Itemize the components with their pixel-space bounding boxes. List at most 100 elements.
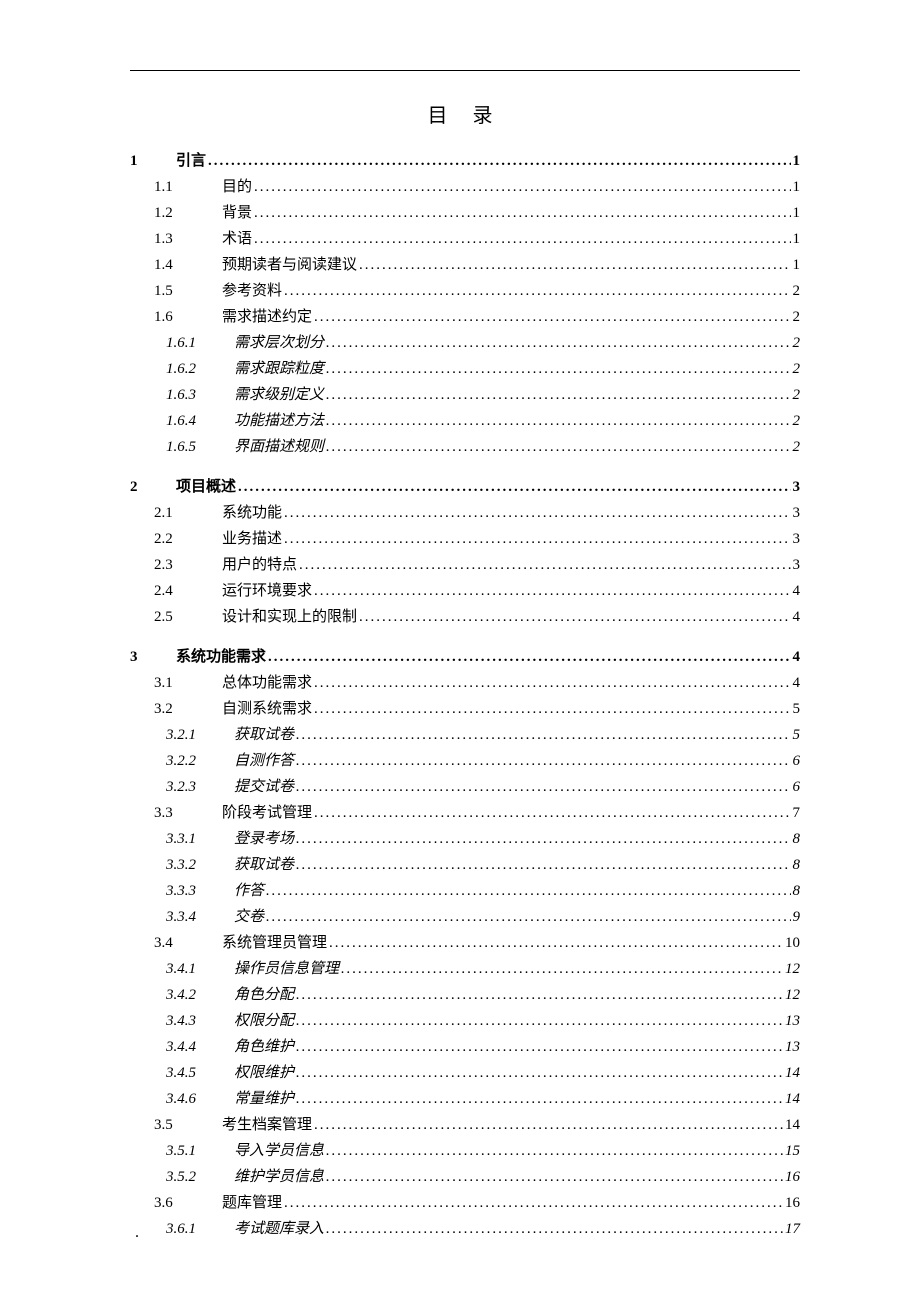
toc-number: 1.1 <box>154 174 222 200</box>
toc-entry[interactable]: 3.5.1导入学员信息.............................… <box>130 1138 800 1164</box>
toc-leader-dots: ........................................… <box>252 200 790 226</box>
toc-label: 界面描述规则 <box>234 434 324 460</box>
toc-label: 系统管理员管理 <box>222 930 327 956</box>
toc-entry[interactable]: 3.4.5权限维护...............................… <box>130 1060 800 1086</box>
toc-page: 2 <box>791 330 801 356</box>
toc-leader-dots: ........................................… <box>236 474 790 500</box>
toc-leader-dots: ........................................… <box>297 552 790 578</box>
toc-entry[interactable]: 3.6.1考试题库录入.............................… <box>130 1216 800 1242</box>
toc-number: 3.4 <box>154 930 222 956</box>
toc-number: 3.2.2 <box>166 748 234 774</box>
toc-page: 2 <box>791 434 801 460</box>
toc-entry[interactable]: 3.4.2角色分配...............................… <box>130 982 800 1008</box>
toc-entry[interactable]: 1.4预期读者与阅读建议............................… <box>130 252 800 278</box>
toc-entry[interactable]: 2项目概述...................................… <box>130 474 800 500</box>
toc-list: 1引言.....................................… <box>130 148 800 1242</box>
toc-number: 3.5.1 <box>166 1138 234 1164</box>
toc-label: 阶段考试管理 <box>222 800 312 826</box>
toc-entry[interactable]: 3.1总体功能需求...............................… <box>130 670 800 696</box>
toc-leader-dots: ........................................… <box>324 1138 783 1164</box>
toc-entry[interactable]: 3.3阶段考试管理...............................… <box>130 800 800 826</box>
toc-page: 10 <box>783 930 800 956</box>
toc-entry[interactable]: 1.6.2需求跟踪粒度.............................… <box>130 356 800 382</box>
toc-entry[interactable]: 3.4.6常量维护...............................… <box>130 1086 800 1112</box>
toc-label: 参考资料 <box>222 278 282 304</box>
toc-page: 2 <box>791 408 801 434</box>
toc-entry[interactable]: 1.1目的...................................… <box>130 174 800 200</box>
toc-entry[interactable]: 2.3用户的特点................................… <box>130 552 800 578</box>
toc-entry[interactable]: 1.3术语...................................… <box>130 226 800 252</box>
toc-entry[interactable]: 1.6.1需求层次划分.............................… <box>130 330 800 356</box>
toc-number: 3.2.3 <box>166 774 234 800</box>
toc-entry[interactable]: 3.6题库管理.................................… <box>130 1190 800 1216</box>
toc-title: 目 录 <box>130 99 800 128</box>
toc-leader-dots: ........................................… <box>294 774 790 800</box>
toc-number: 3.6.1 <box>166 1216 234 1242</box>
toc-entry[interactable]: 2.4运行环境要求...............................… <box>130 578 800 604</box>
toc-label: 需求层次划分 <box>234 330 324 356</box>
toc-entry[interactable]: 1引言.....................................… <box>130 148 800 174</box>
toc-entry[interactable]: 1.6.5界面描述规则.............................… <box>130 434 800 460</box>
toc-label: 引言 <box>176 148 206 174</box>
toc-label: 考生档案管理 <box>222 1112 312 1138</box>
toc-leader-dots: ........................................… <box>282 278 790 304</box>
toc-number: 3.3.1 <box>166 826 234 852</box>
toc-leader-dots: ........................................… <box>312 696 790 722</box>
toc-entry[interactable]: 3.4.3权限分配...............................… <box>130 1008 800 1034</box>
toc-number: 2.2 <box>154 526 222 552</box>
toc-page: 3 <box>791 500 801 526</box>
toc-label: 项目概述 <box>176 474 236 500</box>
toc-leader-dots: ........................................… <box>294 1008 783 1034</box>
toc-entry[interactable]: 3.2.2自测作答...............................… <box>130 748 800 774</box>
toc-page: 14 <box>783 1060 800 1086</box>
toc-number: 3.5 <box>154 1112 222 1138</box>
toc-entry[interactable]: 1.6.4功能描述方法.............................… <box>130 408 800 434</box>
toc-page: 1 <box>791 226 801 252</box>
toc-leader-dots: ........................................… <box>312 670 790 696</box>
toc-entry[interactable]: 3.5.2维护学员信息.............................… <box>130 1164 800 1190</box>
toc-leader-dots: ........................................… <box>324 408 790 434</box>
toc-label: 运行环境要求 <box>222 578 312 604</box>
document-page: 目 录 1引言.................................… <box>0 0 920 1312</box>
toc-label: 系统功能需求 <box>176 644 266 670</box>
toc-entry[interactable]: 2.2业务描述.................................… <box>130 526 800 552</box>
toc-entry[interactable]: 3.3.3作答.................................… <box>130 878 800 904</box>
toc-entry[interactable]: 2.5设计和实现上的限制............................… <box>130 604 800 630</box>
toc-entry[interactable]: 3.2.1获取试卷...............................… <box>130 722 800 748</box>
toc-page: 1 <box>791 252 801 278</box>
header-rule <box>130 70 800 71</box>
toc-entry[interactable]: 1.6需求描述约定...............................… <box>130 304 800 330</box>
toc-entry[interactable]: 3.2.3提交试卷...............................… <box>130 774 800 800</box>
toc-entry[interactable]: 1.6.3需求级别定义.............................… <box>130 382 800 408</box>
toc-number: 3.2.1 <box>166 722 234 748</box>
toc-entry[interactable]: 3.4.4角色维护...............................… <box>130 1034 800 1060</box>
toc-entry[interactable]: 1.2背景...................................… <box>130 200 800 226</box>
toc-entry[interactable]: 2.1系统功能.................................… <box>130 500 800 526</box>
toc-page: 8 <box>791 852 801 878</box>
toc-label: 角色分配 <box>234 982 294 1008</box>
toc-entry[interactable]: 3.2自测系统需求...............................… <box>130 696 800 722</box>
toc-leader-dots: ........................................… <box>339 956 783 982</box>
toc-label: 权限分配 <box>234 1008 294 1034</box>
toc-page: 12 <box>783 956 800 982</box>
toc-entry[interactable]: 3.5考生档案管理...............................… <box>130 1112 800 1138</box>
toc-entry[interactable]: 3.4.1操作员信息管理............................… <box>130 956 800 982</box>
toc-page: 9 <box>791 904 801 930</box>
toc-entry[interactable]: 3.3.1登录考场...............................… <box>130 826 800 852</box>
toc-entry[interactable]: 3系统功能需求.................................… <box>130 644 800 670</box>
toc-number: 3.4.2 <box>166 982 234 1008</box>
toc-entry[interactable]: 1.5参考资料.................................… <box>130 278 800 304</box>
toc-leader-dots: ........................................… <box>357 252 790 278</box>
toc-page: 4 <box>791 644 801 670</box>
toc-page: 8 <box>791 878 801 904</box>
toc-entry[interactable]: 3.4系统管理员管理..............................… <box>130 930 800 956</box>
toc-entry[interactable]: 3.3.2获取试卷...............................… <box>130 852 800 878</box>
toc-page: 3 <box>791 552 801 578</box>
toc-label: 需求描述约定 <box>222 304 312 330</box>
toc-number: 1.6.4 <box>166 408 234 434</box>
toc-label: 功能描述方法 <box>234 408 324 434</box>
toc-leader-dots: ........................................… <box>324 330 790 356</box>
toc-leader-dots: ........................................… <box>206 148 790 174</box>
toc-entry[interactable]: 3.3.4交卷.................................… <box>130 904 800 930</box>
toc-number: 1 <box>130 148 176 174</box>
